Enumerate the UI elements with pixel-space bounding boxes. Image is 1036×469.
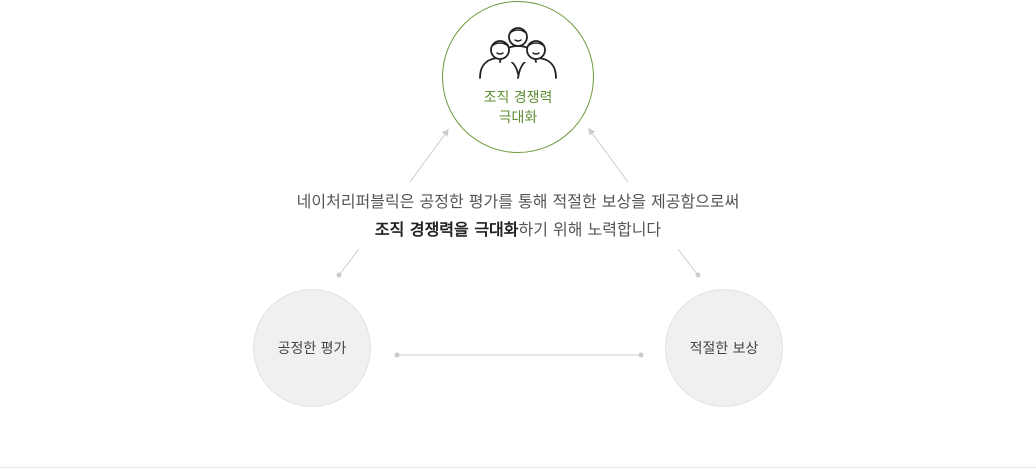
description-text: 네이처리퍼블릭은 공정한 평가를 통해 적절한 보상을 제공함으로써 조직 경쟁… xyxy=(0,188,1036,244)
dot-bottom-left xyxy=(394,352,400,358)
top-node-title-line1: 조직 경쟁력 xyxy=(483,90,553,106)
right-node-label: 적절한 보상 xyxy=(689,341,759,357)
dot-bottom-right xyxy=(638,352,644,358)
arrow-right-to-top xyxy=(588,127,629,183)
description-line2: 조직 경쟁력을 극대화하기 위해 노력합니다 xyxy=(0,216,1036,244)
arrow-left-to-top xyxy=(409,128,449,183)
appropriate-reward-node: 적절한 보상 xyxy=(665,289,783,407)
dot-right-circle xyxy=(695,272,701,278)
left-node-label: 공정한 평가 xyxy=(277,341,347,357)
fair-evaluation-node: 공정한 평가 xyxy=(253,289,371,407)
line-to-right-circle xyxy=(677,248,698,275)
top-node-title: 조직 경쟁력 극대화 xyxy=(484,88,553,128)
people-group-icon xyxy=(479,27,557,79)
description-line2-rest: 하기 위해 노력합니다 xyxy=(518,220,662,239)
organization-competitiveness-node: 조직 경쟁력 극대화 xyxy=(442,1,594,153)
dot-left-circle xyxy=(336,272,342,278)
bottom-divider xyxy=(0,467,1036,468)
description-highlight: 조직 경쟁력을 극대화 xyxy=(374,220,519,239)
top-node-title-line2: 극대화 xyxy=(498,110,538,126)
description-line1: 네이처리퍼블릭은 공정한 평가를 통해 적절한 보상을 제공함으로써 xyxy=(296,192,740,211)
line-to-left-circle xyxy=(339,248,360,275)
